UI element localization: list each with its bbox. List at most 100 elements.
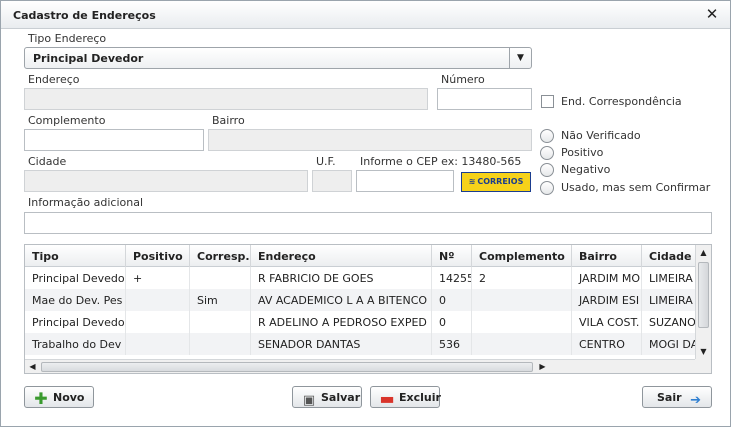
cell-tipo: Principal Devedor [25,311,126,333]
radio-nao-verificado[interactable] [540,129,554,143]
horizontal-scrollbar[interactable]: ◀ ▶ [25,359,695,373]
scroll-right-icon[interactable]: ▶ [535,360,550,373]
cell-corresp: Sim [190,289,251,311]
uf-field[interactable] [312,170,352,192]
table-row[interactable]: Trabalho do Dev SENADOR DANTAS 536 CENTR… [25,333,695,355]
cell-numero: 536 [432,333,472,355]
correios-logo-icon: ≋ [468,177,476,186]
table-row[interactable]: Principal Devedor R ADELINO A PEDROSO EX… [25,311,695,333]
cell-endereco: AV ACADEMICO L A A BITENCO [251,289,432,311]
informacao-adicional-label: Informação adicional [28,196,144,209]
cell-bairro: CENTRO [572,333,642,355]
novo-label: Novo [53,391,85,404]
minus-icon: ▬ [379,389,395,408]
cell-bairro: VILA COST. [572,311,642,333]
col-complemento[interactable]: Complemento [472,245,572,267]
scroll-up-icon[interactable]: ▲ [696,245,711,260]
sair-label: Sair [657,391,682,404]
cell-positivo: + [126,267,190,289]
radio-nao-verificado-label: Não Verificado [561,129,641,142]
cell-positivo [126,311,190,333]
novo-button[interactable]: ✚ Novo [24,386,94,408]
table-header: Tipo Positivo Corresp. Endereço Nº Compl… [25,245,695,267]
cell-complemento [472,311,572,333]
address-table: Tipo Positivo Corresp. Endereço Nº Compl… [24,244,712,374]
close-icon[interactable]: ✕ [704,6,720,22]
address-dialog: Cadastro de Endereços ✕ Tipo Endereço Pr… [0,0,731,427]
cell-numero: 0 [432,311,472,333]
cell-endereco: SENADOR DANTAS [251,333,432,355]
bairro-label: Bairro [212,114,245,127]
cidade-field[interactable] [24,170,308,192]
cell-numero: 0 [432,289,472,311]
cell-cidade: MOGI DA [649,338,695,351]
salvar-label: Salvar [321,391,361,404]
cell-corresp [190,311,251,333]
table-row[interactable]: Principal Devedor + R FABRICIO DE GOES 1… [25,267,695,289]
radio-positivo[interactable] [540,146,554,160]
radio-usado-sem-confirmar-label: Usado, mas sem Confirmar [561,181,711,194]
tipo-endereco-value: Principal Devedor [33,52,144,65]
plus-icon: ✚ [34,389,48,408]
radio-positivo-label: Positivo [561,146,604,159]
bairro-field[interactable] [208,129,532,151]
col-bairro[interactable]: Bairro [572,245,642,267]
scroll-corner [695,359,711,373]
cell-endereco: R ADELINO A PEDROSO EXPED [251,311,432,333]
correios-button[interactable]: ≋ CORREIOS [461,172,531,192]
col-corresp[interactable]: Corresp. [190,245,251,267]
cep-field[interactable] [356,170,454,192]
cell-cidade: LIMEIRA [649,272,693,285]
title-bar: Cadastro de Endereços ✕ [1,1,730,29]
floppy-disk-icon: ▣ [302,393,316,408]
cell-cidade: SUZANO [649,316,695,329]
col-cidade[interactable]: Cidade [642,245,695,267]
excluir-label: Excluir [399,391,441,404]
tipo-endereco-label: Tipo Endereço [28,32,107,45]
cell-numero: 14255 [432,267,472,289]
col-endereco[interactable]: Endereço [251,245,432,267]
cell-positivo [126,333,190,355]
radio-negativo[interactable] [540,163,554,177]
cell-corresp [190,267,251,289]
excluir-button[interactable]: ▬ Excluir [370,386,441,408]
scroll-down-icon[interactable]: ▼ [696,344,711,359]
tipo-endereco-select[interactable]: Principal Devedor ▼ [24,47,532,69]
complemento-field[interactable] [24,129,204,151]
radio-usado-sem-confirmar[interactable] [540,181,554,195]
cell-tipo: Trabalho do Dev [25,333,126,355]
endereco-field[interactable] [24,88,428,110]
salvar-button[interactable]: ▣ Salvar [292,386,362,408]
col-positivo[interactable]: Positivo [126,245,190,267]
numero-field[interactable] [437,88,532,110]
vertical-scrollbar[interactable]: ▲ ▼ [695,245,711,359]
correios-label: CORREIOS [477,177,524,186]
numero-label: Número [441,73,485,86]
vertical-scroll-thumb[interactable] [698,262,709,328]
horizontal-scroll-thumb[interactable] [41,362,533,372]
radio-negativo-label: Negativo [561,163,611,176]
cell-tipo: Principal Devedor [25,267,126,289]
cell-positivo [126,289,190,311]
cep-label: Informe o CEP ex: 13480-565 [360,155,522,168]
cell-cidade: LIMEIRA [649,294,693,307]
informacao-adicional-field[interactable] [24,212,712,234]
cidade-label: Cidade [28,155,67,168]
uf-label: U.F. [316,155,336,168]
chevron-down-icon[interactable]: ▼ [509,48,531,68]
cell-bairro: JARDIM ESI [572,289,642,311]
cell-tipo: Mae do Dev. Pes [25,289,126,311]
scroll-left-icon[interactable]: ◀ [25,360,40,373]
cell-corresp [190,333,251,355]
col-numero[interactable]: Nº [432,245,472,267]
complemento-label: Complemento [28,114,106,127]
end-correspondencia-checkbox[interactable] [541,95,554,108]
end-correspondencia-label: End. Correspondência [561,95,682,108]
col-tipo[interactable]: Tipo [25,245,126,267]
cell-endereco: R FABRICIO DE GOES [251,267,432,289]
sair-button[interactable]: Sair ➔ [642,386,712,408]
cell-complemento [472,289,572,311]
cell-complemento: 2 [472,267,572,289]
cell-complemento [472,333,572,355]
table-row[interactable]: Mae do Dev. Pes Sim AV ACADEMICO L A A B… [25,289,695,311]
